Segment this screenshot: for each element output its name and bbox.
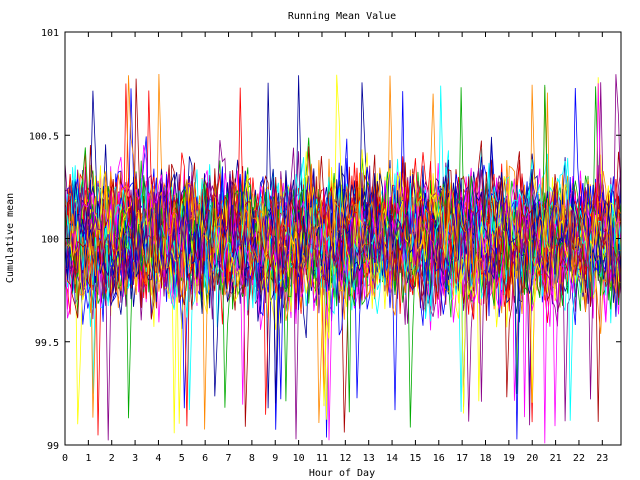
y-tick-label: 100 <box>41 235 59 246</box>
x-tick-label: 2 <box>109 453 115 464</box>
x-tick-label: 8 <box>249 453 255 464</box>
x-tick-label: 1 <box>85 453 91 464</box>
x-tick-label: 15 <box>409 453 421 464</box>
x-tick-label: 10 <box>293 453 305 464</box>
x-tick-label: 16 <box>433 453 445 464</box>
x-axis-label: Hour of Day <box>309 468 375 479</box>
running-mean-chart: Running Mean Value 0 1 2 3 4 5 6 7 8 9 10 11 12 13 14 1… <box>5 11 622 479</box>
x-tick-label: 0 <box>62 453 68 464</box>
x-tick-label: 4 <box>155 453 161 464</box>
x-tick-label: 18 <box>479 453 491 464</box>
x-tick-label: 13 <box>363 453 375 464</box>
y-tick-label: 99.5 <box>35 338 59 349</box>
x-tick-label: 5 <box>179 453 185 464</box>
y-tick-label: 100.5 <box>29 131 59 142</box>
x-tick-label: 12 <box>339 453 351 464</box>
x-tick-label: 20 <box>526 453 538 464</box>
x-tick-label: 22 <box>573 453 585 464</box>
chart-title: Running Mean Value <box>288 11 396 22</box>
series-layer <box>64 73 622 444</box>
y-axis-label: Cumulative mean <box>5 193 16 283</box>
y-tick-label: 99 <box>47 441 59 452</box>
x-tick-label: 9 <box>272 453 278 464</box>
x-tick-label: 6 <box>202 453 208 464</box>
x-tick-label: 17 <box>456 453 468 464</box>
x-tick-label: 3 <box>132 453 138 464</box>
x-tick-label: 11 <box>316 453 328 464</box>
x-tick-label: 14 <box>386 453 398 464</box>
y-tick-label: 101 <box>41 28 59 39</box>
x-tick-label: 21 <box>550 453 562 464</box>
x-tick-label: 23 <box>596 453 608 464</box>
x-tick-label: 7 <box>226 453 232 464</box>
x-tick-label: 19 <box>503 453 515 464</box>
